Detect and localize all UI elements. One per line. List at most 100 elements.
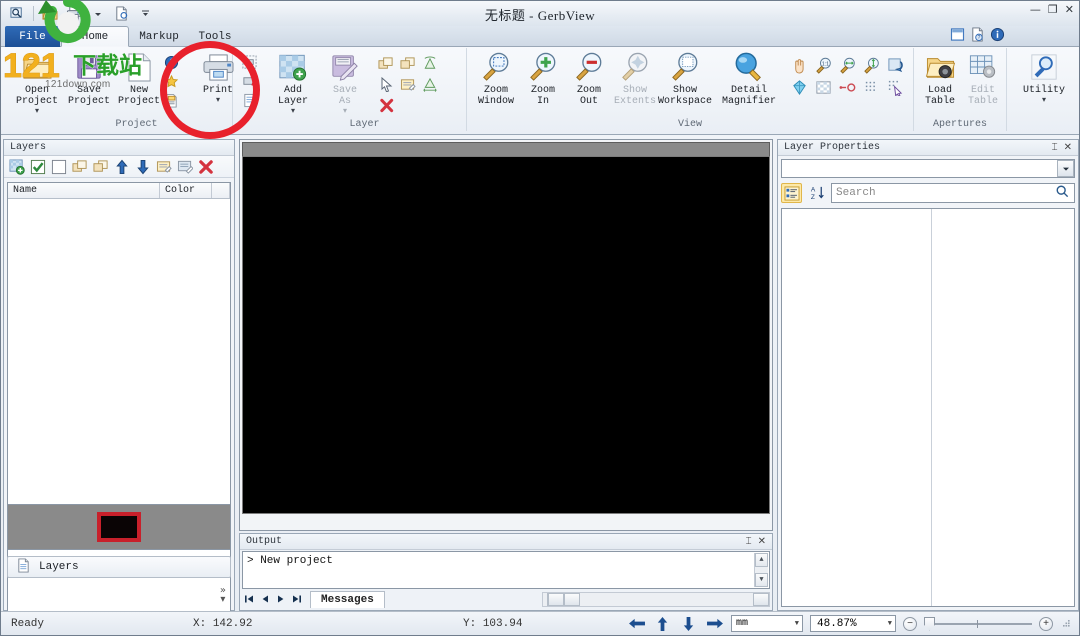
hscroll-thumb[interactable]	[564, 592, 580, 606]
chevron-down-icon[interactable]	[1057, 160, 1074, 177]
zoom-out-button[interactable]: Zoom Out	[563, 51, 615, 107]
nav-last-icon[interactable]	[290, 592, 304, 606]
close-button[interactable]: ✕	[1064, 4, 1075, 16]
tab-messages[interactable]: Messages	[310, 590, 385, 608]
print-setup-icon[interactable]	[241, 73, 258, 90]
nav-next-icon[interactable]	[274, 592, 288, 606]
zoom-slider-thumb[interactable]	[924, 616, 935, 631]
zoom-1to1-icon[interactable]: 1:1	[811, 54, 835, 76]
panel-expand-chevrons[interactable]: » ▾	[220, 586, 226, 605]
grid-on-icon[interactable]	[859, 76, 883, 98]
search-input[interactable]: Search	[831, 183, 1075, 203]
arrow-right-icon[interactable]	[705, 615, 724, 632]
tab-file[interactable]: File	[5, 26, 60, 47]
scroll-up-icon[interactable]: ▲	[755, 553, 768, 567]
utility-button[interactable]: Utility ▾	[1015, 51, 1073, 104]
flip-vertical-icon[interactable]	[419, 53, 441, 74]
add-layer-button[interactable]: Add Layer ▾	[267, 51, 319, 115]
output-text-area[interactable]: > New project ▲ ▼	[242, 551, 770, 589]
arrow-left-icon[interactable]	[627, 615, 646, 632]
layer-selector-combobox[interactable]	[781, 159, 1075, 178]
move-front-icon[interactable]	[71, 158, 89, 176]
refresh-view-icon[interactable]	[883, 54, 907, 76]
layer-move-front-icon[interactable]	[375, 53, 397, 74]
chevron-down-icon[interactable]: ▼	[795, 620, 799, 628]
new-project-button[interactable]: New Project	[113, 51, 165, 107]
pan-hand-icon[interactable]	[787, 54, 811, 76]
nav-previous-icon[interactable]	[258, 592, 272, 606]
zoom-out-button[interactable]: −	[903, 616, 917, 631]
delete-layer-icon[interactable]	[197, 158, 215, 176]
show-extents-button[interactable]: Show Extents	[609, 51, 661, 107]
measure-icon[interactable]	[835, 76, 859, 98]
close-icon[interactable]: ✕	[758, 536, 766, 548]
nav-first-icon[interactable]	[242, 592, 256, 606]
layer-export-icon[interactable]	[176, 158, 194, 176]
add-layer-icon[interactable]	[8, 158, 26, 176]
move-back-icon[interactable]	[92, 158, 110, 176]
print-button[interactable]: Print ▾	[191, 51, 245, 104]
pin-icon[interactable]: ⌶	[746, 536, 752, 548]
hscroll-left-arrow[interactable]	[548, 592, 564, 606]
drawing-canvas-container[interactable]	[239, 139, 773, 531]
layers-column-name[interactable]: Name	[8, 183, 160, 198]
output-horizontal-scrollbar[interactable]	[542, 591, 770, 607]
select-arrow-icon[interactable]	[375, 74, 397, 95]
alphabetical-sort-icon[interactable]: A Z	[806, 183, 827, 203]
pin-icon[interactable]: ⌶	[1052, 142, 1058, 154]
zoom-in-button[interactable]: +	[1039, 616, 1053, 631]
minimize-button[interactable]: —	[1029, 4, 1042, 16]
layer-move-back-icon[interactable]	[397, 53, 419, 74]
save-as-layer-button[interactable]: Save As ▾	[319, 51, 371, 115]
project-properties-icon[interactable]	[163, 92, 180, 109]
scroll-down-icon[interactable]: ▼	[755, 573, 768, 587]
show-workspace-button[interactable]: Show Workspace	[655, 51, 715, 107]
window-layout-icon[interactable]	[950, 27, 965, 45]
move-up-icon[interactable]	[113, 158, 131, 176]
project-star-icon[interactable]	[163, 73, 180, 90]
help-page-icon[interactable]: ?	[970, 27, 985, 45]
resize-grip-icon[interactable]	[1060, 618, 1071, 629]
save-project-button[interactable]: Save Project	[63, 51, 115, 107]
tab-tools[interactable]: Tools	[189, 26, 241, 47]
print-preview-icon[interactable]	[241, 54, 258, 71]
zoom-height-icon[interactable]	[859, 54, 883, 76]
units-combobox[interactable]: mm ▼	[731, 615, 803, 632]
zoom-slider[interactable]	[924, 616, 1032, 631]
zoom-level-combobox[interactable]: 48.87% ▼	[810, 615, 896, 632]
tab-markup[interactable]: Markup	[129, 26, 189, 47]
page-setup-icon[interactable]	[241, 92, 258, 109]
output-vertical-scrollbar[interactable]: ▲ ▼	[754, 553, 768, 587]
uncheck-all-icon[interactable]	[50, 158, 68, 176]
zoom-in-button[interactable]: Zoom In	[517, 51, 569, 107]
grid-snap-icon[interactable]	[883, 76, 907, 98]
move-down-icon[interactable]	[134, 158, 152, 176]
layers-bottom-tab[interactable]: Layers	[7, 556, 231, 578]
zoom-width-icon[interactable]	[835, 54, 859, 76]
open-project-button[interactable]: Open Project ▾	[11, 51, 63, 115]
chevron-down-icon[interactable]: ▼	[888, 620, 892, 628]
check-all-icon[interactable]	[29, 158, 47, 176]
checkerboard-icon[interactable]	[811, 76, 835, 98]
layer-properties-icon[interactable]	[155, 158, 173, 176]
arrow-up-icon[interactable]	[653, 615, 672, 632]
tab-home[interactable]: Home	[61, 26, 129, 47]
edit-table-button[interactable]: Edit Table	[957, 51, 1009, 107]
layers-column-extra[interactable]	[212, 183, 230, 198]
hscroll-right-arrow[interactable]	[753, 592, 769, 606]
transparency-icon[interactable]	[787, 76, 811, 98]
close-icon[interactable]: ✕	[1064, 142, 1072, 154]
mirror-horizontal-icon[interactable]	[419, 74, 441, 95]
layer-properties-icon[interactable]	[397, 74, 419, 95]
maximize-button[interactable]: ❐	[1047, 4, 1059, 16]
detail-magnifier-button[interactable]: Detail Magnifier	[717, 51, 781, 107]
arrow-down-icon[interactable]	[679, 615, 698, 632]
zoom-window-button[interactable]: Zoom Window	[470, 51, 522, 107]
search-icon[interactable]	[1055, 184, 1070, 203]
project-info-icon[interactable]	[163, 54, 180, 71]
categorized-view-icon[interactable]	[781, 183, 802, 203]
drawing-canvas[interactable]	[242, 156, 770, 514]
layer-properties-grid[interactable]	[781, 208, 1075, 607]
layers-column-color[interactable]: Color	[160, 183, 212, 198]
delete-layer-icon[interactable]	[375, 95, 397, 116]
